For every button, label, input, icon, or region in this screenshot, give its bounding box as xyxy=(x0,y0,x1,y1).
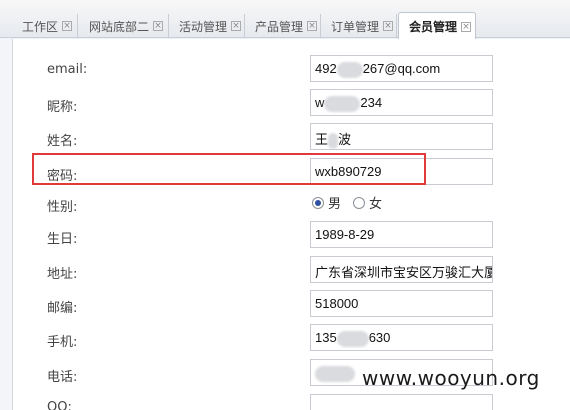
qq-label: QQ: xyxy=(47,400,72,410)
zip-field[interactable]: 518000 xyxy=(310,290,493,317)
gender-label: 性别: xyxy=(47,200,78,215)
birthday-field[interactable]: 1989-8-29 xyxy=(310,221,493,248)
nickname-prefix: w xyxy=(315,95,325,110)
birthday-value: 1989-8-29 xyxy=(315,227,375,242)
email-prefix: 492 xyxy=(315,61,337,76)
phone-label: 电话: xyxy=(47,370,78,385)
tab-label: 活动管理 xyxy=(179,19,228,34)
email-suffix: 267@qq.com xyxy=(362,61,441,76)
redacted-mask xyxy=(315,365,355,382)
address-value: 广东省深圳市宝安区万骏汇大厦首 xyxy=(315,265,493,280)
tab-label: 会员管理 xyxy=(409,20,458,34)
tab-site-footer[interactable]: 网站底部二 × xyxy=(79,14,169,38)
close-icon[interactable]: × xyxy=(62,21,73,31)
name-field[interactable]: 王波 xyxy=(310,123,493,150)
redacted-mask xyxy=(336,330,369,347)
tab-label: 工作区 xyxy=(22,19,59,34)
close-icon[interactable]: × xyxy=(153,21,164,31)
gender-male-radio[interactable] xyxy=(312,196,324,209)
redacted-mask xyxy=(328,132,339,149)
gender-female-label: 女 xyxy=(369,197,383,212)
tab-label: 产品管理 xyxy=(255,19,304,34)
close-icon[interactable]: × xyxy=(461,21,472,32)
close-icon[interactable]: × xyxy=(307,21,318,31)
nickname-suffix: 234 xyxy=(360,95,383,110)
birthday-label: 生日: xyxy=(47,232,78,247)
tab-order-management[interactable]: 订单管理 × xyxy=(321,14,397,38)
mobile-prefix: 135 xyxy=(315,330,337,345)
tab-member-management[interactable]: 会员管理 × xyxy=(398,12,476,40)
qq-field[interactable] xyxy=(310,394,493,410)
redacted-mask xyxy=(336,61,363,78)
tab-label: 订单管理 xyxy=(331,19,380,34)
zip-label: 邮编: xyxy=(47,301,78,316)
redacted-mask xyxy=(324,95,361,112)
mobile-field[interactable]: 135 630 xyxy=(310,324,493,351)
left-gutter xyxy=(0,38,12,410)
watermark-text: www.wooyun.org xyxy=(362,366,540,390)
address-field[interactable]: 广东省深圳市宝安区万骏汇大厦首 xyxy=(310,256,493,283)
email-field[interactable]: 492 267@qq.com xyxy=(310,55,493,82)
zip-value: 518000 xyxy=(315,296,359,311)
tab-workspace[interactable]: 工作区 × xyxy=(12,14,78,38)
nickname-label: 昵称: xyxy=(47,100,78,115)
mobile-label: 手机: xyxy=(47,335,78,350)
tab-product-management[interactable]: 产品管理 × xyxy=(245,14,321,38)
close-icon[interactable]: × xyxy=(383,21,394,31)
gender-female-radio[interactable] xyxy=(353,196,366,209)
nickname-field[interactable]: w 234 xyxy=(310,89,493,116)
name-label: 姓名: xyxy=(47,134,78,149)
tab-activity-management[interactable]: 活动管理 × xyxy=(169,14,245,38)
name-suffix: 波 xyxy=(338,132,352,147)
email-label: email: xyxy=(47,62,88,77)
mobile-suffix: 630 xyxy=(368,330,391,345)
tab-label: 网站底部二 xyxy=(89,19,150,34)
gender-radio-group: 男 女 xyxy=(312,193,382,212)
password-highlight-box xyxy=(32,153,426,185)
gender-male-label: 男 xyxy=(328,197,342,212)
name-prefix: 王 xyxy=(315,132,329,147)
tab-bar: 工作区 × 网站底部二 × 活动管理 × 产品管理 × 订单管理 × 会员管理 … xyxy=(0,0,570,40)
close-icon[interactable]: × xyxy=(231,21,242,31)
address-label: 地址: xyxy=(47,267,78,282)
